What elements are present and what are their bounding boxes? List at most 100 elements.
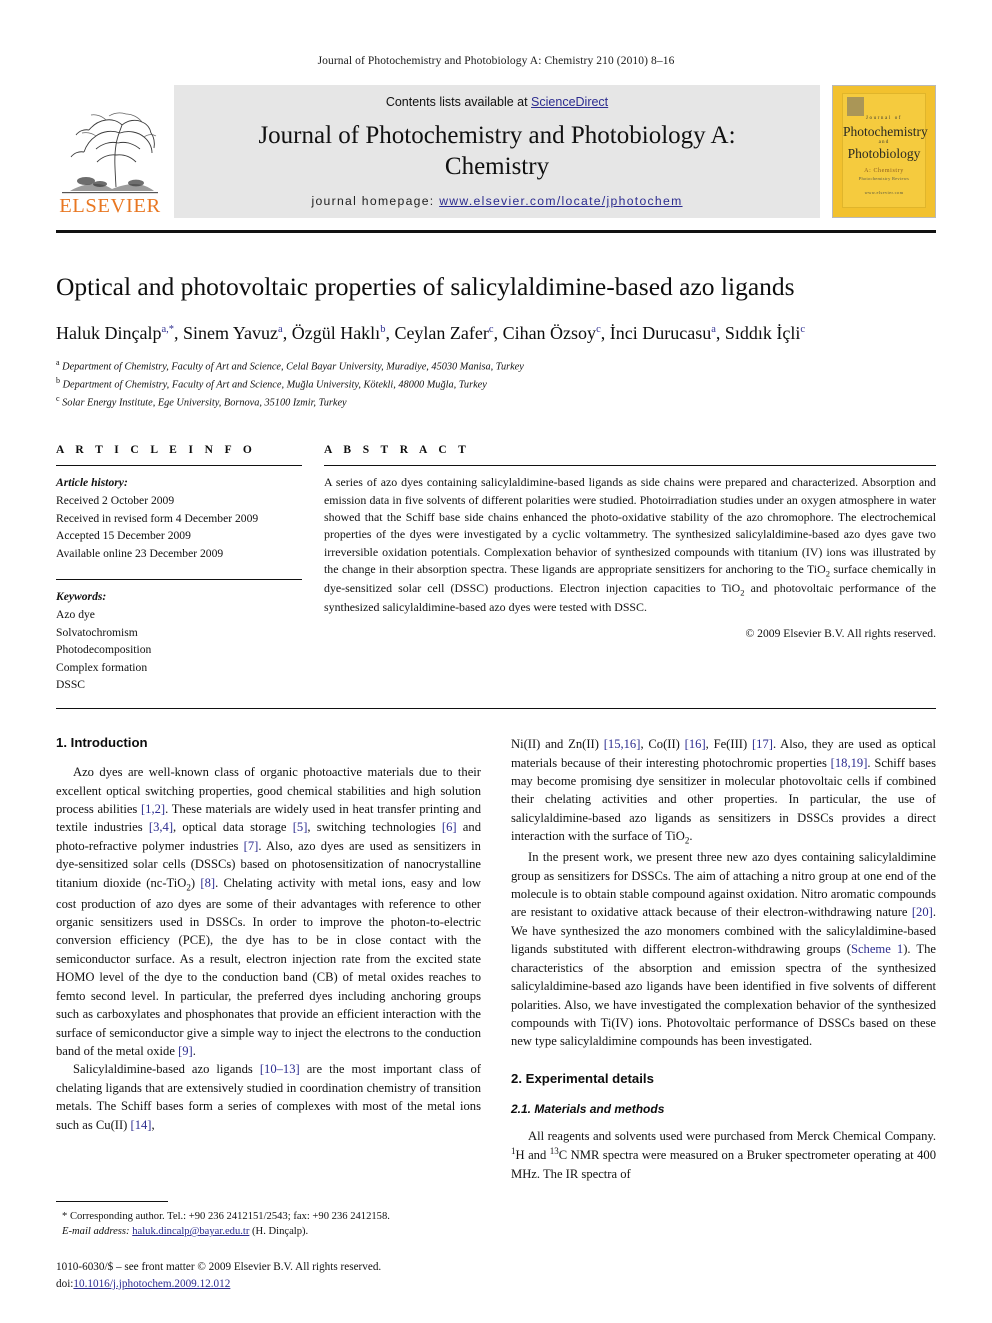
text-run: Salicylaldimine-based azo ligands [73, 1062, 260, 1077]
text-run: H and [515, 1148, 550, 1163]
citation-17[interactable]: [17] [752, 737, 773, 751]
contents-lists-line: Contents lists available at ScienceDirec… [174, 95, 820, 109]
paragraph-materials: All reagents and solvents used were purc… [511, 1127, 936, 1184]
running-head: Journal of Photochemistry and Photobiolo… [317, 55, 675, 67]
affiliation-text: Department of Chemistry, Faculty of Art … [62, 361, 524, 373]
abstract-column: A B S T R A C T A series of azo dyes con… [324, 444, 936, 694]
text-run: , [151, 1117, 155, 1132]
history-accepted: Accepted 15 December 2009 [56, 529, 191, 543]
affiliation-text: Solar Energy Institute, Ege University, … [62, 397, 347, 409]
affiliation-list: a Department of Chemistry, Faculty of Ar… [56, 357, 936, 411]
section-heading-introduction: 1. Introduction [56, 735, 148, 751]
abstract-heading: A B S T R A C T [324, 444, 471, 457]
section-heading-experimental: 2. Experimental details [511, 1070, 654, 1086]
affiliation-b: b Department of Chemistry, Faculty of Ar… [56, 375, 936, 393]
history-received: Received 2 October 2009 [56, 493, 175, 507]
cover-title-line1: Photochemistry [843, 124, 928, 139]
info-abstract-block: A R T I C L E I N F O Article history: R… [56, 444, 936, 694]
citation-18-19[interactable]: [18,19] [831, 756, 868, 770]
keywords-label: Keywords: [56, 590, 107, 604]
keywords-block: Keywords: Azo dye Solvatochromism Photod… [56, 588, 302, 694]
body-left-column: 1. Introduction Azo dyes are well-known … [56, 735, 481, 1183]
cover-subtitle: Photochemistry Reviews [858, 176, 910, 181]
text-run: , Co(II) [640, 737, 685, 752]
text-run: In the present work, we present three ne… [511, 850, 936, 920]
citation-14[interactable]: [14] [131, 1118, 152, 1132]
author-marks: a,* [161, 323, 175, 335]
article-info-rule [56, 465, 302, 467]
journal-title: Journal of Photochemistry and Photobiolo… [258, 122, 736, 180]
journal-cover-thumbnail[interactable]: Journal of Photochemistry and Photobiolo… [832, 85, 936, 218]
affiliation-mark: b [56, 376, 60, 386]
citation-20[interactable]: [20] [912, 905, 933, 919]
author-name: Sıddık İçli [724, 322, 801, 343]
keyword-0: Azo dye [56, 608, 95, 622]
journal-homepage-line: journal homepage: www.elsevier.com/locat… [174, 194, 820, 208]
citation-6[interactable]: [6] [442, 820, 457, 834]
journal-homepage-link[interactable]: www.elsevier.com/locate/jphotochem [439, 194, 682, 208]
footnote-block: * Corresponding author. Tel.: +90 236 24… [56, 1200, 481, 1293]
corresponding-author-note: * Corresponding author. Tel.: +90 236 24… [62, 1210, 390, 1222]
body-two-column: 1. Introduction Azo dyes are well-known … [56, 735, 936, 1183]
cover-title-line2: Photobiology [847, 146, 921, 161]
paragraph-intro-2: Salicylaldimine-based azo ligands [10–13… [56, 1060, 481, 1134]
cover-elsevier-mark-icon [847, 97, 864, 116]
paragraph-present-work: In the present work, we present three ne… [511, 848, 936, 1051]
sciencedirect-link[interactable]: ScienceDirect [531, 95, 608, 109]
cover-inner-panel: Journal of Photochemistry and Photobiolo… [842, 93, 928, 208]
author-email-link[interactable]: haluk.dincalp@bayar.edu.tr [132, 1226, 249, 1237]
text-run: , optical data storage [173, 820, 293, 835]
affiliation-c: c Solar Energy Institute, Ege University… [56, 393, 936, 411]
author-5: İnci Durucasua [610, 323, 716, 343]
citation-9[interactable]: [9] [178, 1044, 193, 1058]
scheme-1-link[interactable]: Scheme 1 [851, 942, 903, 956]
abstract-rule [324, 465, 936, 467]
text-run: . [192, 1044, 196, 1058]
author-3: Ceylan Zaferc [394, 323, 493, 343]
citation-15-16[interactable]: [15,16] [604, 737, 641, 751]
author-name: Sinem Yavuz [183, 322, 279, 343]
author-marks: b [380, 323, 386, 335]
subsection-heading-materials: 2.1. Materials and methods [511, 1101, 665, 1116]
author-0: Haluk Dinçalpa,* [56, 323, 174, 343]
author-name: Haluk Dinçalp [56, 322, 162, 343]
author-1: Sinem Yavuza [183, 323, 283, 343]
article-first-page: Journal of Photochemistry and Photobiolo… [0, 0, 992, 1323]
citation-7[interactable]: [7] [244, 839, 259, 853]
citation-3-4[interactable]: [3,4] [149, 820, 173, 834]
elsevier-wordmark: ELSEVIER [59, 194, 161, 217]
c13-superscript: 13 [549, 1146, 559, 1157]
text-run: , switching technologies [307, 820, 442, 835]
elsevier-logo: ELSEVIER [56, 85, 164, 218]
author-name: Cihan Özsoy [502, 322, 597, 343]
email-suffix: (H. Dinçalp). [249, 1226, 309, 1238]
keyword-2: Photodecomposition [56, 643, 152, 657]
body-right-column: Ni(II) and Zn(II) [15,16], Co(II) [16], … [511, 735, 936, 1183]
abstract-text: A series of azo dyes containing salicyla… [324, 474, 936, 616]
issn-copyright-block: 1010-6030/$ – see front matter © 2009 El… [56, 1259, 481, 1293]
text-run: Ni(II) and Zn(II) [511, 737, 604, 752]
author-4: Cihan Özsoyc [503, 323, 601, 343]
author-marks: a [278, 323, 283, 335]
text-run: C NMR spectra were measured on a Bruker … [511, 1148, 937, 1181]
keyword-3: Complex formation [56, 660, 148, 674]
doi-label: doi: [56, 1278, 74, 1291]
cover-and: and [878, 140, 890, 145]
keyword-4: DSSC [56, 678, 86, 692]
citation-16[interactable]: [16] [685, 737, 706, 751]
doi-link[interactable]: 10.1016/j.jphotochem.2009.12.012 [73, 1278, 230, 1290]
text-run: . [689, 829, 693, 844]
citation-8[interactable]: [8] [200, 876, 215, 890]
citation-10-13[interactable]: [10–13] [260, 1062, 300, 1076]
citation-1-2[interactable]: [1,2] [141, 802, 165, 816]
affiliation-a: a Department of Chemistry, Faculty of Ar… [56, 357, 936, 375]
journal-masthead: ELSEVIER Contents lists available at Sci… [56, 85, 936, 218]
paragraph-intro-1: Azo dyes are well-known class of organic… [56, 763, 481, 1060]
masthead-bottom-rule [56, 230, 936, 233]
cover-journal-of: Journal of [865, 116, 903, 121]
doi-line: doi:10.1016/j.jphotochem.2009.12.012 [56, 1276, 481, 1293]
citation-5[interactable]: [5] [293, 820, 308, 834]
affiliation-mark: a [56, 358, 60, 368]
footnote-rule [56, 1200, 168, 1202]
author-2: Özgül Haklıb [292, 323, 386, 343]
